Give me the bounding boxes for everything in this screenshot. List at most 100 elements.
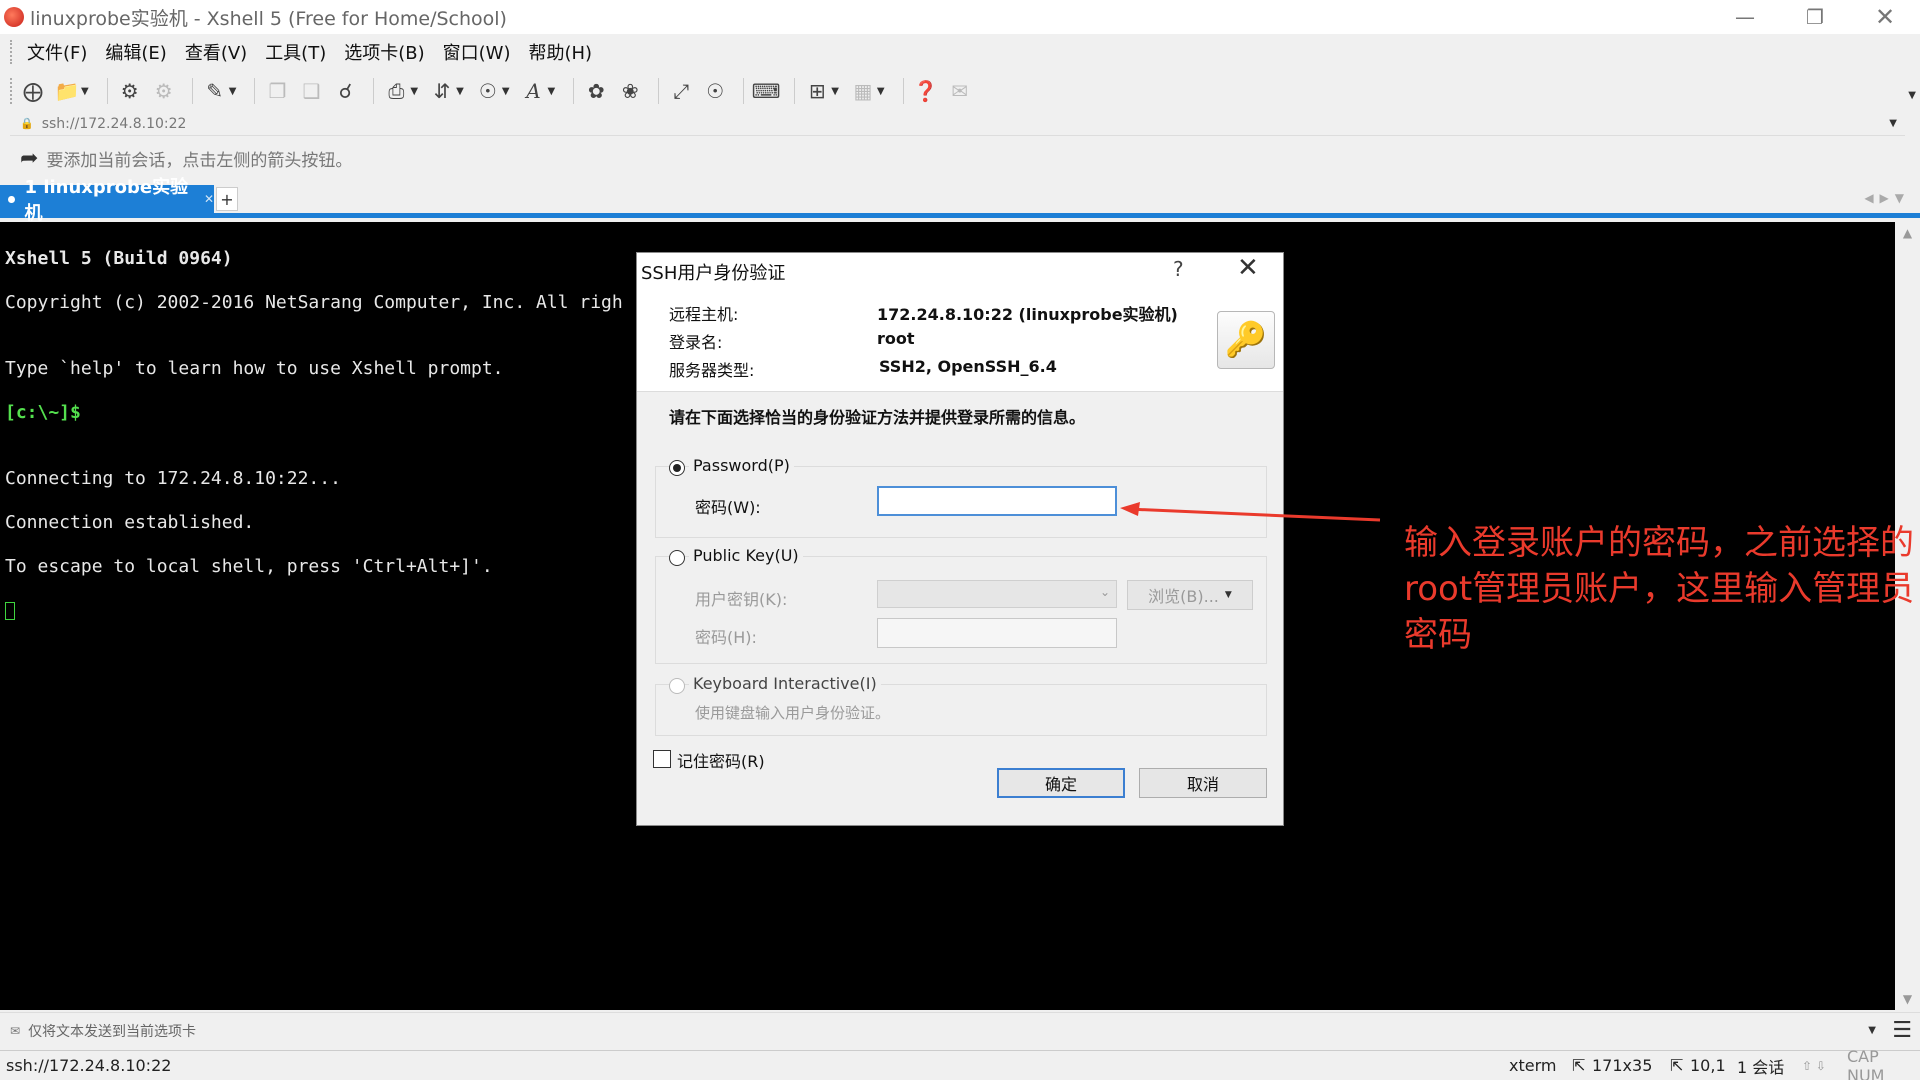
chat-icon[interactable]: ✉ [946, 77, 974, 105]
browse-button-label: 浏览(B)... [1148, 587, 1219, 606]
remember-password-label[interactable]: 记住密码(R) [677, 748, 765, 772]
keyboard-interactive-label[interactable]: Keyboard Interactive(I) [689, 674, 881, 693]
toolbar-separator [573, 78, 575, 104]
add-icon[interactable]: ⊞ [803, 77, 831, 105]
transfer-icon[interactable]: ⇵ [428, 77, 456, 105]
menu-view[interactable]: 查看(V) [177, 39, 255, 65]
restore-button[interactable]: ❐ [1780, 0, 1850, 34]
help-icon[interactable]: ❓ [912, 77, 940, 105]
public-key-option-label[interactable]: Public Key(U) [689, 546, 803, 565]
lock-icon: 🔒 [20, 117, 34, 130]
hint-bar: ➦ 要添加当前会话，点击左侧的箭头按钮。 [0, 140, 1920, 176]
window-title: linuxprobe实验机 - Xshell 5 (Free for Home/… [30, 7, 507, 30]
terminal-cursor [5, 602, 15, 620]
menu-help[interactable]: 帮助(H) [520, 39, 600, 65]
server-type-value: SSH2, OpenSSH_6.4 [879, 357, 1057, 376]
compose-bar[interactable]: ✉ 仅将文本发送到当前选项卡 ▼ ☰ [0, 1012, 1920, 1048]
find-icon[interactable]: ☌ [331, 77, 359, 105]
close-window-button[interactable]: ✕ [1850, 0, 1920, 34]
properties-dropdown-icon[interactable]: ▼ [229, 86, 237, 97]
menu-window[interactable]: 窗口(W) [435, 39, 519, 65]
address-dropdown-icon[interactable]: ▼ [1889, 118, 1897, 129]
status-bar: ssh://172.24.8.10:22 xterm ⇱ 171x35 ⇱ 10… [0, 1046, 1920, 1080]
open-dropdown-icon[interactable]: ▼ [81, 86, 89, 97]
menu-tools[interactable]: 工具(T) [257, 39, 334, 65]
dialog-title: SSH用户身份验证 [641, 263, 786, 284]
menu-file[interactable]: 文件(F) [19, 39, 95, 65]
new-tab-button[interactable]: + [216, 187, 238, 211]
xftp-icon[interactable]: ✿ [582, 77, 610, 105]
toolbar-separator [106, 78, 108, 104]
status-keys: CAP NUM [1847, 1046, 1885, 1080]
new-session-icon[interactable]: ⨁ [19, 77, 47, 105]
browse-dropdown-icon: ▼ [1224, 590, 1232, 600]
toolbar-separator [373, 78, 375, 104]
status-cursor: 10,1 [1690, 1056, 1726, 1075]
user-key-label: 用户密钥(K): [695, 590, 788, 609]
ok-button[interactable]: 确定 [997, 768, 1125, 798]
keyboard-interactive-radio[interactable] [669, 678, 685, 694]
password-radio[interactable] [669, 460, 685, 476]
toolbar-separator [902, 78, 904, 104]
password-option-label[interactable]: Password(P) [689, 456, 794, 475]
scroll-down-icon[interactable]: ▼ [1895, 992, 1920, 1006]
cancel-button[interactable]: 取消 [1139, 768, 1267, 798]
user-key-select[interactable]: ⌄ [877, 580, 1117, 608]
status-connection: ssh://172.24.8.10:22 [6, 1056, 172, 1075]
font-dropdown-icon[interactable]: ▼ [548, 86, 556, 97]
fullscreen-icon[interactable]: ⤢ [667, 77, 695, 105]
public-key-radio[interactable] [669, 550, 685, 566]
print-dropdown-icon[interactable]: ▼ [410, 86, 418, 97]
status-size-icon: ⇱ [1572, 1056, 1586, 1075]
font-icon[interactable]: A [520, 77, 548, 105]
status-term: xterm [1509, 1056, 1557, 1075]
toolbar-separator [743, 78, 745, 104]
toolbar: ⨁ 📁 ▼ ⚙ ⚙ ✎ ▼ ❐ ❑ ☌ ⎙ ▼ ⇵ ▼ ☉ ▼ A ▼ ✿ ❀ ⤢ ☉ ⌨ … [0, 70, 1920, 112]
print-icon[interactable]: ⎙ [382, 77, 410, 105]
dialog-help-button[interactable]: ? [1173, 257, 1184, 281]
add-session-arrow-icon[interactable]: ➦ [20, 146, 38, 171]
remember-password-checkbox[interactable] [653, 750, 671, 768]
globe-dropdown-icon[interactable]: ▼ [502, 86, 510, 97]
status-arrows-icon: ⇧ ⇩ [1802, 1058, 1826, 1073]
annotation-arrow [1120, 502, 1381, 522]
user-key-icon: 🔑 [1217, 311, 1275, 369]
password-input[interactable] [877, 486, 1117, 516]
lock-icon[interactable]: ☉ [701, 77, 729, 105]
ssh-auth-dialog: SSH用户身份验证 ? ✕ 远程主机: 172.24.8.10:22 (linu… [636, 252, 1284, 826]
pubkey-password-input[interactable] [877, 618, 1117, 648]
disconnect-icon[interactable]: ⚙ [150, 77, 178, 105]
layout-dropdown-icon[interactable]: ▼ [877, 86, 885, 97]
add-dropdown-icon[interactable]: ▼ [831, 86, 839, 97]
globe-icon[interactable]: ☉ [474, 77, 502, 105]
tab-session-1[interactable]: 1 linuxprobe实验机 ✕ [0, 177, 214, 224]
toolbar-overflow-icon[interactable]: ▼ [1908, 90, 1916, 101]
dialog-close-button[interactable]: ✕ [1237, 253, 1259, 283]
login-name-label: 登录名: [669, 333, 723, 352]
xmanager-icon[interactable]: ❀ [616, 77, 644, 105]
open-folder-icon[interactable]: 📁 [53, 77, 81, 105]
paste-icon[interactable]: ❑ [297, 77, 325, 105]
menu-tabs[interactable]: 选项卡(B) [336, 39, 432, 65]
arrow-line [1127, 507, 1381, 522]
minimize-button[interactable]: — [1710, 0, 1780, 34]
address-bar[interactable]: 🔒 ssh://172.24.8.10:22 ▼ [10, 112, 1905, 136]
compose-menu-icon[interactable]: ☰ [1892, 1018, 1912, 1043]
tab-close-icon[interactable]: ✕ [204, 192, 214, 206]
layout-icon[interactable]: ▦ [849, 77, 877, 105]
status-size: 171x35 [1592, 1056, 1653, 1075]
transfer-dropdown-icon[interactable]: ▼ [456, 86, 464, 97]
menu-edit[interactable]: 编辑(E) [97, 39, 174, 65]
copy-icon[interactable]: ❐ [263, 77, 291, 105]
title-bar: linuxprobe实验机 - Xshell 5 (Free for Home/… [0, 0, 1920, 34]
scroll-up-icon[interactable]: ▲ [1895, 226, 1920, 240]
toolbar-separator [254, 78, 256, 104]
compose-dropdown-icon[interactable]: ▼ [1868, 1025, 1876, 1036]
reconnect-icon[interactable]: ⚙ [116, 77, 144, 105]
properties-icon[interactable]: ✎ [201, 77, 229, 105]
keyboard-icon[interactable]: ⌨ [752, 77, 781, 105]
browse-button[interactable]: 浏览(B)... ▼ [1127, 580, 1253, 610]
tab-nav-arrows-icon[interactable]: ◀▶▼ [1864, 191, 1910, 205]
arrow-head [1120, 502, 1140, 516]
toolbar-separator [191, 78, 193, 104]
